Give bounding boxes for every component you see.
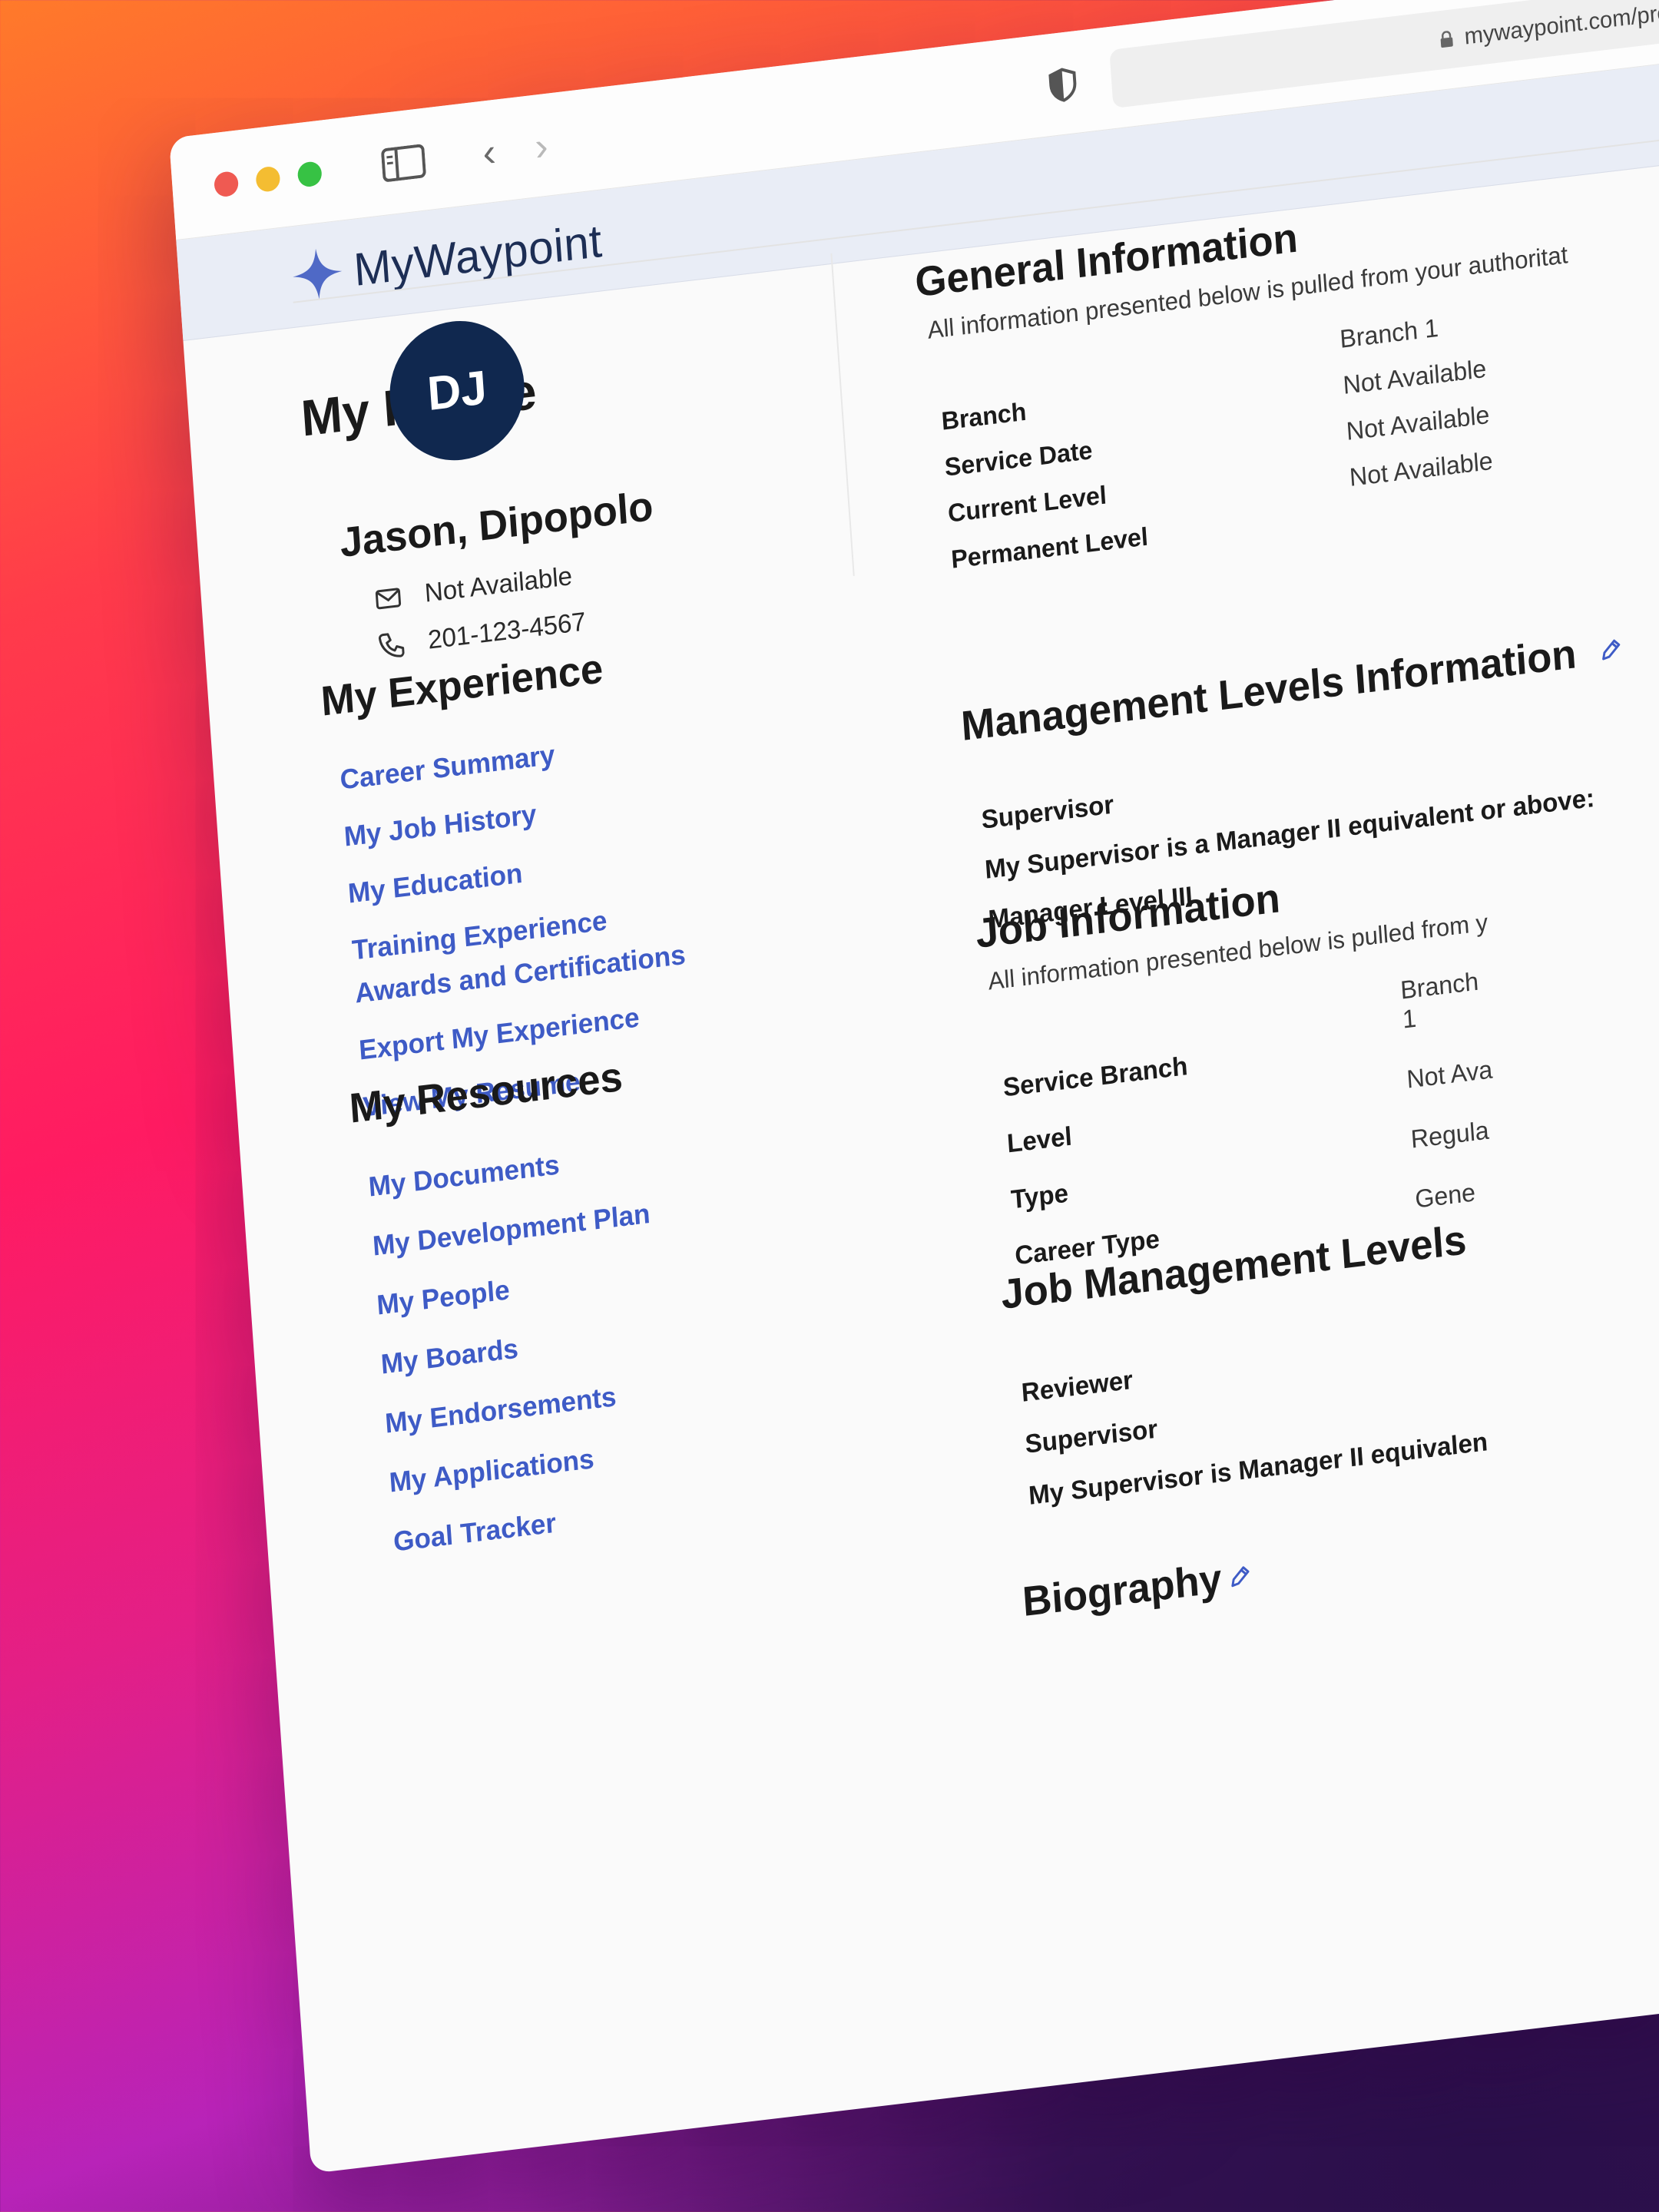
- endorsements-link[interactable]: My Endorsements: [384, 1375, 664, 1440]
- service-branch-value: Branch 1: [1399, 966, 1480, 1034]
- close-window-button[interactable]: [213, 170, 240, 198]
- profile-card: DJ Jason, Dipopolo Not Available 201-123…: [294, 255, 842, 686]
- maximize-window-button[interactable]: [296, 161, 323, 188]
- education-link[interactable]: My Education: [347, 839, 680, 910]
- current-level-value: Not Available: [1345, 399, 1491, 445]
- back-arrow-icon[interactable]: ‹: [469, 129, 509, 177]
- browser-window: ‹ › mywaypoint.com/pro MyWaypoint My Pro…: [169, 0, 1659, 2174]
- boards-link[interactable]: My Boards: [380, 1316, 660, 1381]
- job-history-link[interactable]: My Job History: [343, 782, 676, 853]
- resources-section: My Resources My Documents My Development…: [348, 1051, 674, 1587]
- career-summary-link[interactable]: Career Summary: [339, 725, 671, 796]
- biography-heading-row: Biography: [1021, 1551, 1254, 1626]
- forward-arrow-icon[interactable]: ›: [522, 123, 561, 171]
- resources-links: My Documents My Development Plan My Peop…: [367, 1138, 671, 1558]
- phone-icon: [378, 632, 405, 657]
- goal-tracker-link[interactable]: Goal Tracker: [392, 1493, 672, 1558]
- documents-link[interactable]: My Documents: [367, 1138, 647, 1204]
- type-label: Type: [1010, 1178, 1070, 1215]
- biography-heading: Biography: [1021, 1555, 1224, 1625]
- service-branch-label: Service Branch: [1002, 1051, 1189, 1103]
- shield-icon[interactable]: [1043, 61, 1083, 109]
- job-information-values: Branch 1 Not Ava Regula Gene: [1399, 965, 1509, 1245]
- type-value: Regula: [1409, 1115, 1490, 1154]
- avatar: DJ: [385, 313, 529, 468]
- edit-pencil-icon[interactable]: [1598, 635, 1624, 664]
- lock-icon: [1440, 31, 1453, 48]
- sidebar-toggle-icon[interactable]: [379, 139, 427, 187]
- email-value: Not Available: [423, 561, 574, 608]
- people-link[interactable]: My People: [376, 1257, 655, 1322]
- general-information-keys: Branch Service Date Current Level Perman…: [940, 383, 1150, 591]
- development-plan-link[interactable]: My Development Plan: [372, 1197, 651, 1263]
- brand-name[interactable]: MyWaypoint: [352, 214, 604, 296]
- applications-link[interactable]: My Applications: [388, 1434, 667, 1499]
- level-label: Level: [1005, 1121, 1073, 1159]
- star-logo-icon: [293, 248, 343, 300]
- level-value: Not Ava: [1406, 1055, 1494, 1094]
- address-text: mywaypoint.com/pro: [1463, 0, 1659, 50]
- management-levels-heading-row: Management Levels Information: [960, 624, 1626, 750]
- branch-label: Branch: [940, 396, 1028, 435]
- permanent-level-value: Not Available: [1348, 445, 1494, 492]
- management-levels-heading: Management Levels Information: [959, 631, 1578, 750]
- service-date-label: Service Date: [943, 435, 1094, 482]
- biography-section: Biography: [1021, 1551, 1254, 1626]
- job-management-levels-rows: Reviewer Supervisor My Supervisor is Man…: [1021, 1324, 1489, 1512]
- edit-biography-pencil-icon[interactable]: [1227, 1561, 1253, 1591]
- job-management-levels-section: Job Management Levels Reviewer Superviso…: [999, 1215, 1490, 1535]
- envelope-icon: [375, 587, 402, 609]
- current-level-label: Current Level: [946, 480, 1108, 528]
- minimize-window-button[interactable]: [255, 165, 281, 194]
- service-date-value: Not Available: [1342, 353, 1488, 399]
- experience-links: Career Summary My Job History My Educati…: [339, 725, 694, 1124]
- career-type-value: Gene: [1414, 1177, 1477, 1214]
- permanent-level-label: Permanent Level: [950, 522, 1149, 574]
- export-experience-link[interactable]: Export My Experience: [358, 995, 690, 1067]
- general-information-values: Branch 1 Not Available Not Available Not…: [1339, 308, 1495, 509]
